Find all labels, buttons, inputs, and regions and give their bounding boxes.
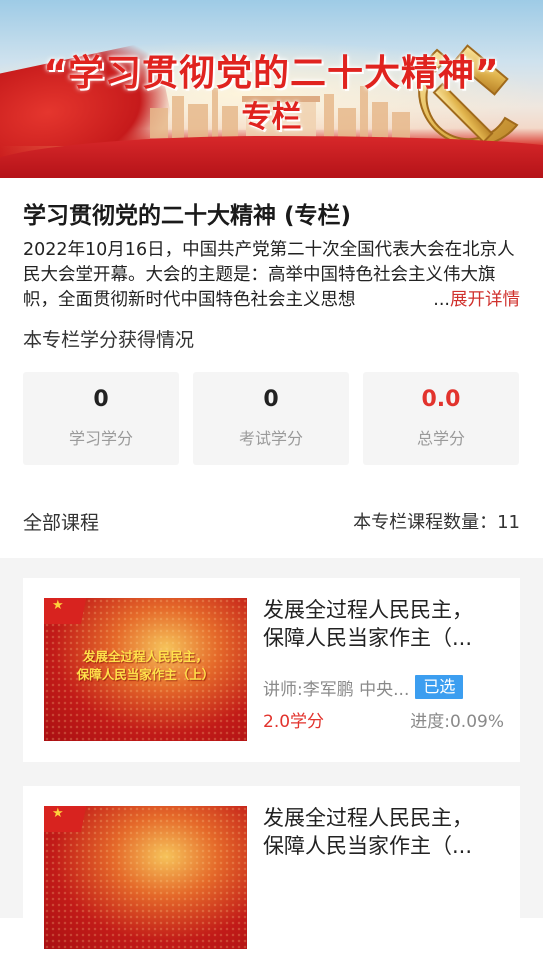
stat-value: 0 [93, 387, 109, 412]
course-list-header: 全部课程 本专栏课程数量：11 [23, 507, 520, 535]
thumbnail-caption-line: 发展全过程人民民主， [82, 649, 208, 664]
credit-summary-heading: 本专栏学分获得情况 [23, 329, 195, 351]
course-progress: 进度:0.09% [410, 712, 504, 732]
stat-study-credit: 0 学习学分 [23, 372, 179, 465]
selected-badge: 已选 [415, 675, 464, 699]
credit-stats: 0 学习学分 0 考试学分 0.0 总学分 [23, 372, 520, 465]
stat-value: 0.0 [421, 387, 461, 412]
course-title-line: 保障人民当家作主（... [263, 834, 473, 858]
course-list: ★ 发展全过程人民民主， 保障人民当家作主（上） 发展全过程人民民主， 保障人民… [0, 558, 543, 970]
thumbnail-caption: 发展全过程人民民主， 保障人民当家作主（上） [44, 648, 247, 684]
expand-details-link[interactable]: 展开详情 [450, 290, 520, 310]
course-title-line: 保障人民当家作主（... [263, 626, 473, 650]
stat-label: 考试学分 [238, 429, 303, 448]
stat-label: 总学分 [416, 429, 465, 448]
course-title[interactable]: 发展全过程人民民主， 保障人民当家作主（... [263, 804, 504, 860]
stat-total-credit: 0.0 总学分 [363, 372, 519, 465]
course-stats-row: 2.0学分 进度:0.09% [263, 710, 504, 734]
all-courses-heading: 全部课程 [23, 511, 100, 534]
flag-icon [44, 806, 88, 832]
thumbnail-caption-line: 保障人民当家作主（上） [76, 667, 215, 682]
course-title[interactable]: 发展全过程人民民主， 保障人民当家作主（... [263, 596, 504, 652]
banner-subtitle: 专栏 [241, 100, 302, 135]
description-ellipsis: ... [433, 290, 450, 310]
course-card[interactable]: ★ 发展全过程人民民主， 保障人民当家作主（上） 发展全过程人民民主， 保障人民… [23, 578, 520, 762]
star-icon: ★ [52, 598, 64, 613]
column-intro: 学习贯彻党的二十大精神 (专栏) 2022年10月16日，中国共产党第二十次全国… [0, 200, 543, 535]
course-title-line: 发展全过程人民民主， [263, 806, 473, 830]
course-lecturer: 讲师:李军鹏 中央... [263, 679, 410, 700]
course-thumbnail[interactable]: ★ 发展全过程人民民主， 保障人民当家作主（上） [44, 598, 247, 741]
stat-label: 学习学分 [68, 429, 133, 448]
course-thumbnail[interactable]: ★ [44, 806, 247, 949]
course-info: 发展全过程人民民主， 保障人民当家作主（... [247, 786, 520, 970]
star-icon: ★ [52, 806, 64, 821]
course-meta: 讲师:李军鹏 中央... 已选 [263, 674, 504, 700]
course-card[interactable]: ★ 发展全过程人民民主， 保障人民当家作主（... [23, 786, 520, 970]
course-title-line: 发展全过程人民民主， [263, 598, 473, 622]
course-info: 发展全过程人民民主， 保障人民当家作主（... 讲师:李军鹏 中央... 已选 … [247, 578, 520, 762]
course-credit: 2.0学分 [263, 712, 325, 732]
banner-title: “学习贯彻党的二十大精神” [43, 53, 500, 94]
page-title: 学习贯彻党的二十大精神 (专栏) [23, 203, 352, 229]
column-description: 2022年10月16日，中国共产党第二十次全国代表大会在北京人民大会堂开幕。大会… [23, 238, 520, 313]
flag-icon [44, 598, 88, 624]
expand-details-wrap: ...展开详情 [431, 288, 520, 313]
stat-exam-credit: 0 考试学分 [193, 372, 349, 465]
course-count: 本专栏课程数量：11 [353, 512, 520, 533]
stat-value: 0 [263, 387, 279, 412]
column-banner: “学习贯彻党的二十大精神” 专栏 [0, 0, 543, 178]
